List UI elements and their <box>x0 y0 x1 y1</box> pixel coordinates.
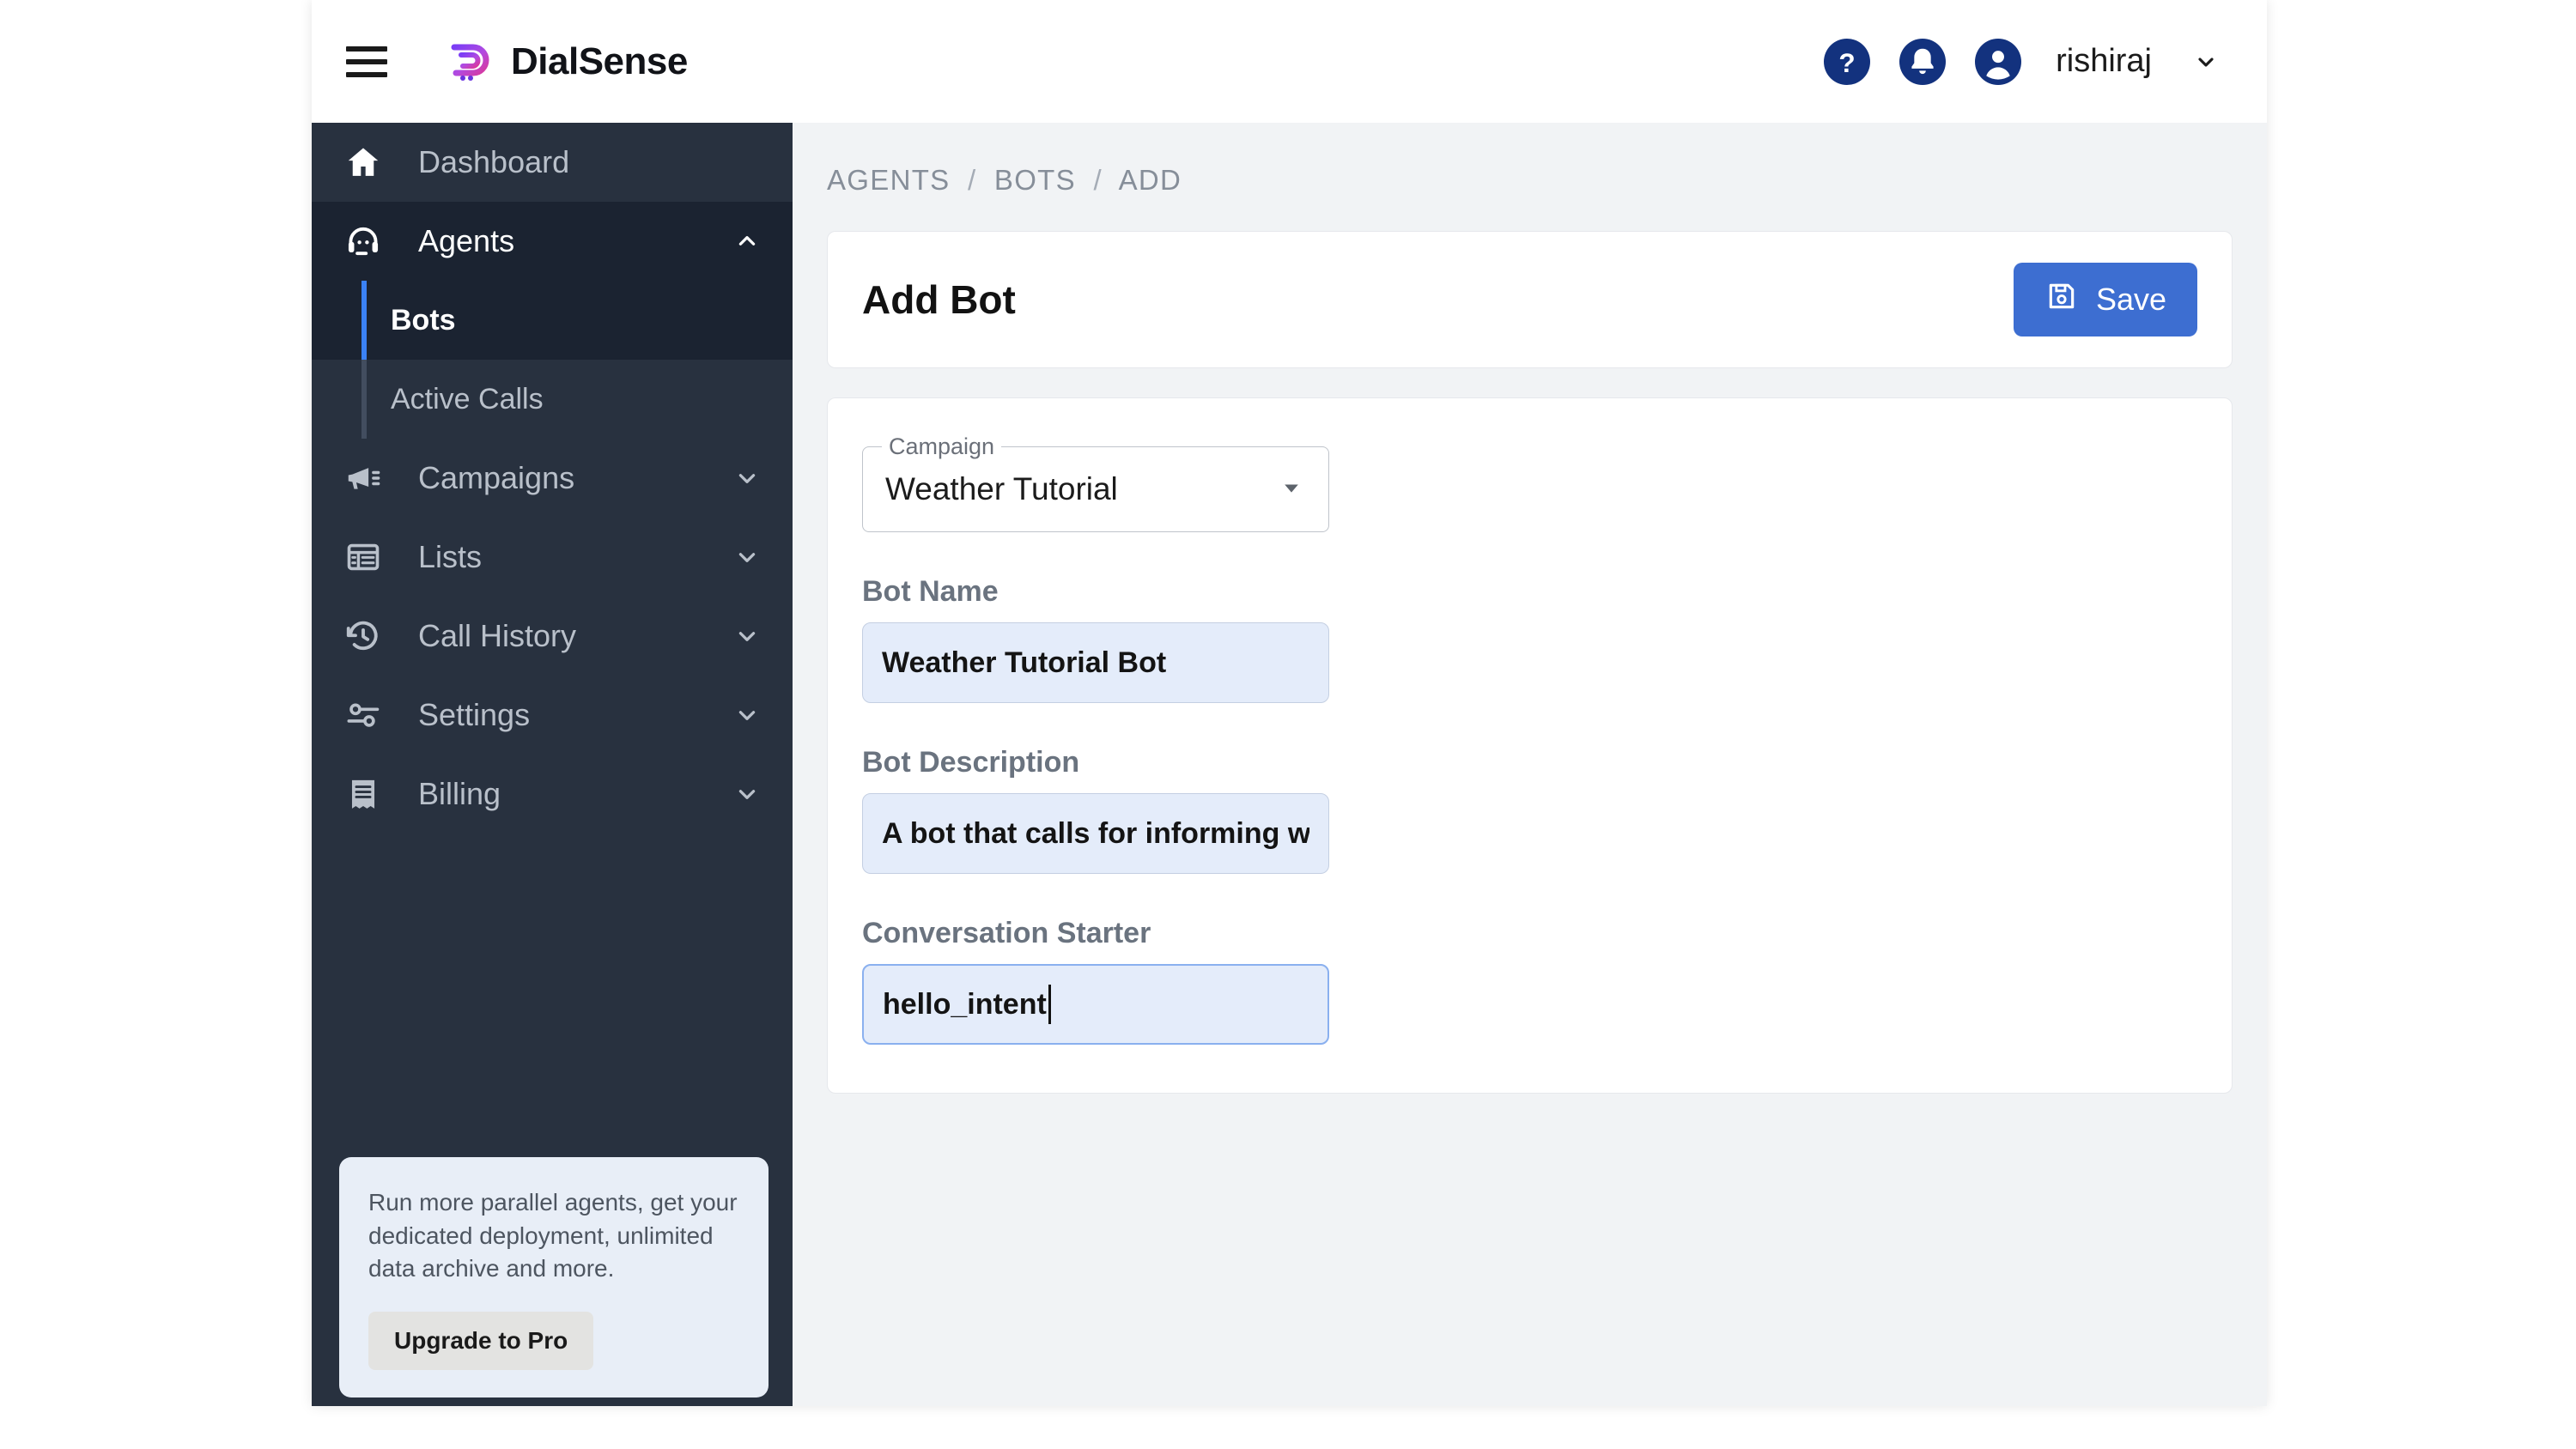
sidebar-item-call-history[interactable]: Call History <box>312 597 793 676</box>
bot-description-label: Bot Description <box>862 746 1080 779</box>
sidebar-subitem-active-calls[interactable]: Active Calls <box>312 360 793 439</box>
main-content: AGENTS / BOTS / ADD Add Bot Save Campaig… <box>793 123 2267 1406</box>
brand-name: DialSense <box>511 39 688 82</box>
page-header-panel: Add Bot Save <box>827 231 2233 368</box>
conversation-starter-field: Conversation Starter <box>862 917 2232 1045</box>
chevron-down-icon[interactable] <box>731 625 763 647</box>
bot-form-panel: Campaign Weather Tutorial Bot Name Weath… <box>827 397 2233 1094</box>
app-window: DialSense ? rishiraj Dashboard Agents Bo… <box>312 0 2267 1406</box>
headset-agent-icon <box>343 221 384 262</box>
sliders-icon <box>343 694 384 736</box>
sidebar-item-dashboard[interactable]: Dashboard <box>312 123 793 202</box>
bot-description-field: Bot Description <box>862 746 2232 874</box>
text-cursor <box>1048 985 1051 1024</box>
conversation-starter-input[interactable] <box>862 964 1329 1045</box>
chevron-up-icon[interactable] <box>731 230 763 252</box>
dropdown-triangle-icon[interactable] <box>1277 473 1306 506</box>
breadcrumb-item-add: ADD <box>1118 164 1182 196</box>
chevron-down-icon[interactable] <box>731 467 763 489</box>
dialsense-logo-icon <box>444 39 495 85</box>
sidebar-item-label: Campaigns <box>418 460 575 495</box>
save-button-label: Save <box>2095 282 2166 317</box>
sidebar-subitem-bots[interactable]: Bots <box>312 281 793 360</box>
history-clock-icon <box>343 615 384 657</box>
campaign-field: Campaign Weather Tutorial <box>862 433 2232 532</box>
conversation-starter-label: Conversation Starter <box>862 917 1151 949</box>
chevron-down-icon[interactable] <box>731 704 763 726</box>
bot-description-input[interactable] <box>862 793 1329 874</box>
breadcrumb: AGENTS / BOTS / ADD <box>827 164 2267 197</box>
bell-icon[interactable] <box>1899 38 1947 85</box>
home-icon <box>343 142 384 183</box>
page-title: Add Bot <box>862 277 1016 322</box>
sidebar-item-campaigns[interactable]: Campaigns <box>312 439 793 518</box>
bot-name-field: Bot Name <box>862 575 2232 703</box>
table-list-icon <box>343 537 384 578</box>
chevron-down-icon[interactable] <box>2191 52 2221 72</box>
submenu-rail-active-indicator <box>361 281 367 360</box>
sidebar: Dashboard Agents Bots Active Calls Campa… <box>312 123 793 1406</box>
upgrade-promo-card: Run more parallel agents, get your dedic… <box>339 1157 769 1397</box>
sidebar-item-label: Call History <box>418 618 577 653</box>
campaign-selected-value: Weather Tutorial <box>885 471 1118 506</box>
megaphone-icon <box>343 458 384 499</box>
campaign-select[interactable]: Campaign Weather Tutorial <box>862 433 1329 532</box>
sidebar-subitem-label: Bots <box>391 303 456 336</box>
sidebar-item-lists[interactable]: Lists <box>312 518 793 597</box>
chevron-down-icon[interactable] <box>731 783 763 805</box>
brand: DialSense <box>444 39 688 85</box>
svg-text:?: ? <box>1838 47 1855 78</box>
sidebar-item-agents[interactable]: Agents <box>312 202 793 281</box>
topbar-actions: ? rishiraj <box>1824 38 2221 85</box>
sidebar-item-label: Agents <box>418 223 515 258</box>
user-avatar-icon[interactable] <box>1975 38 2022 85</box>
bot-name-input[interactable] <box>862 622 1329 703</box>
sidebar-item-label: Billing <box>418 776 501 811</box>
campaign-legend: Campaign <box>882 433 1002 460</box>
sidebar-submenu-agents: Bots Active Calls <box>312 281 793 439</box>
floppy-disk-save-icon <box>2044 279 2079 321</box>
sidebar-item-label: Settings <box>418 697 531 732</box>
help-question-icon[interactable]: ? <box>1824 38 1871 85</box>
username-label: rishiraj <box>2056 43 2152 79</box>
hamburger-menu-icon[interactable] <box>346 39 391 84</box>
top-navigation-bar: DialSense ? rishiraj <box>312 0 2267 123</box>
breadcrumb-item-bots[interactable]: BOTS <box>994 164 1076 196</box>
sidebar-subitem-label: Active Calls <box>391 382 544 415</box>
sidebar-item-settings[interactable]: Settings <box>312 676 793 755</box>
receipt-icon <box>343 773 384 815</box>
sidebar-item-label: Lists <box>418 539 483 574</box>
save-button[interactable]: Save <box>2013 263 2197 336</box>
breadcrumb-separator: / <box>967 164 977 196</box>
upgrade-to-pro-button[interactable]: Upgrade to Pro <box>368 1312 594 1370</box>
sidebar-item-label: Dashboard <box>418 144 570 179</box>
sidebar-item-billing[interactable]: Billing <box>312 755 793 834</box>
chevron-down-icon[interactable] <box>731 546 763 568</box>
bot-name-label: Bot Name <box>862 575 999 608</box>
upgrade-promo-text: Run more parallel agents, get your dedic… <box>368 1189 738 1282</box>
breadcrumb-separator: / <box>1093 164 1103 196</box>
breadcrumb-item-agents[interactable]: AGENTS <box>827 164 951 196</box>
